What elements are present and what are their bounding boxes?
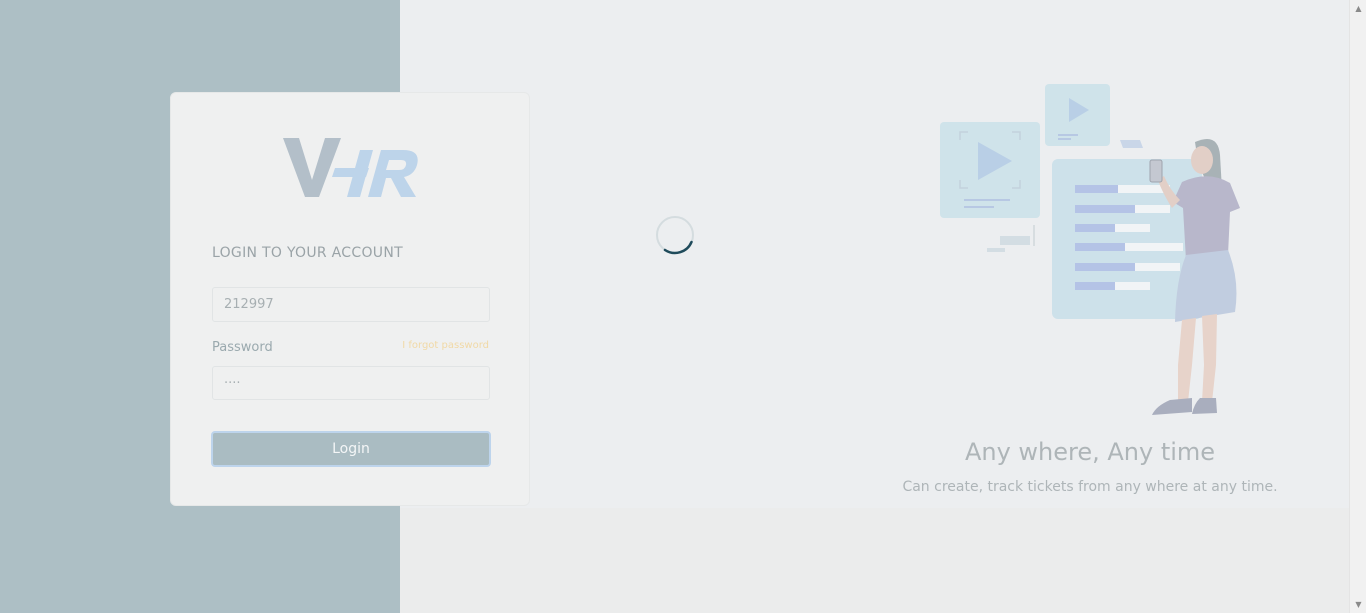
promo-title: Any where, Any time <box>964 438 1216 466</box>
vertical-scrollbar[interactable]: ▲ ▼ <box>1349 0 1366 613</box>
password-input[interactable] <box>212 366 490 400</box>
vhr-logo <box>283 138 418 197</box>
loading-spinner-icon <box>656 216 694 255</box>
login-card: LOGIN TO YOUR ACCOUNT Password I forgot … <box>170 92 530 506</box>
scroll-down-icon[interactable]: ▼ <box>1350 596 1366 613</box>
scroll-up-icon[interactable]: ▲ <box>1350 0 1366 17</box>
password-label: Password <box>212 340 273 355</box>
promo-subtitle: Can create, track tickets from any where… <box>902 479 1278 495</box>
login-heading: LOGIN TO YOUR ACCOUNT <box>212 245 403 261</box>
employee-id-input[interactable] <box>212 287 490 322</box>
bottom-band <box>400 508 1349 613</box>
person-with-phone-illustration <box>940 84 1240 415</box>
login-button[interactable]: Login <box>211 431 491 467</box>
forgot-password-link[interactable]: I forgot password <box>402 340 489 351</box>
